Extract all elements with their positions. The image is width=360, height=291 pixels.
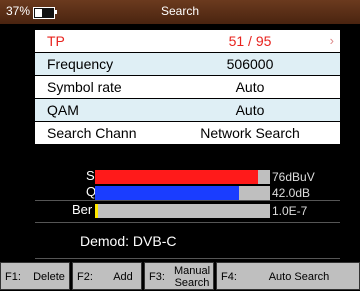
row-value: Network Search [200,125,300,141]
fkey-code: F2: [77,271,93,283]
row-value: 506000 [226,56,274,72]
divider [35,258,340,259]
fkey-code: F1: [5,271,21,283]
demod-status: Demod: DVB-C [80,233,177,249]
f1-delete-button[interactable]: F1: Delete [0,262,70,290]
ber-value: 1.0E-7 [272,204,308,218]
row-symbol-rate[interactable]: Symbol rate Auto [35,76,340,98]
fkey-code: F3: [149,271,165,283]
chevron-right-icon: › [329,33,334,48]
signal-strength-label: S [86,168,95,183]
row-label: QAM [47,102,79,118]
f3-manual-search-button[interactable]: F3: Manual Search [144,262,214,290]
ber-label: Ber [72,202,93,217]
divider [35,200,340,201]
f4-auto-search-button[interactable]: F4: Auto Search [216,262,360,290]
f2-add-button[interactable]: F2: Add [72,262,142,290]
row-label: TP [47,33,65,49]
fkey-code: F4: [221,271,237,283]
signal-quality-value: 42.0dB [272,186,311,200]
divider [35,222,340,223]
fkey-label: Manual Search [173,265,211,289]
fkey-label: Delete [33,271,65,283]
signal-strength-value: 76dBuV [272,170,315,184]
signal-strength-meter [95,170,270,184]
row-tp[interactable]: TP 51 / 95 › [35,30,340,52]
page-title: Search [160,4,200,18]
row-label: Frequency [47,56,114,72]
row-frequency[interactable]: Frequency 506000 [35,53,340,75]
fkey-label: Add [113,271,133,283]
row-qam[interactable]: QAM Auto [35,99,340,121]
row-label: Symbol rate [47,79,122,95]
fkey-label: Auto Search [268,271,330,283]
row-search-channel[interactable]: Search Chann Network Search [35,122,340,144]
row-value: Auto [235,79,265,95]
row-value: 51 / 95 [228,33,272,49]
signal-quality-meter [95,186,270,200]
row-value: Auto [235,102,265,118]
row-label: Search Chann [47,125,137,141]
ber-meter [95,204,270,218]
